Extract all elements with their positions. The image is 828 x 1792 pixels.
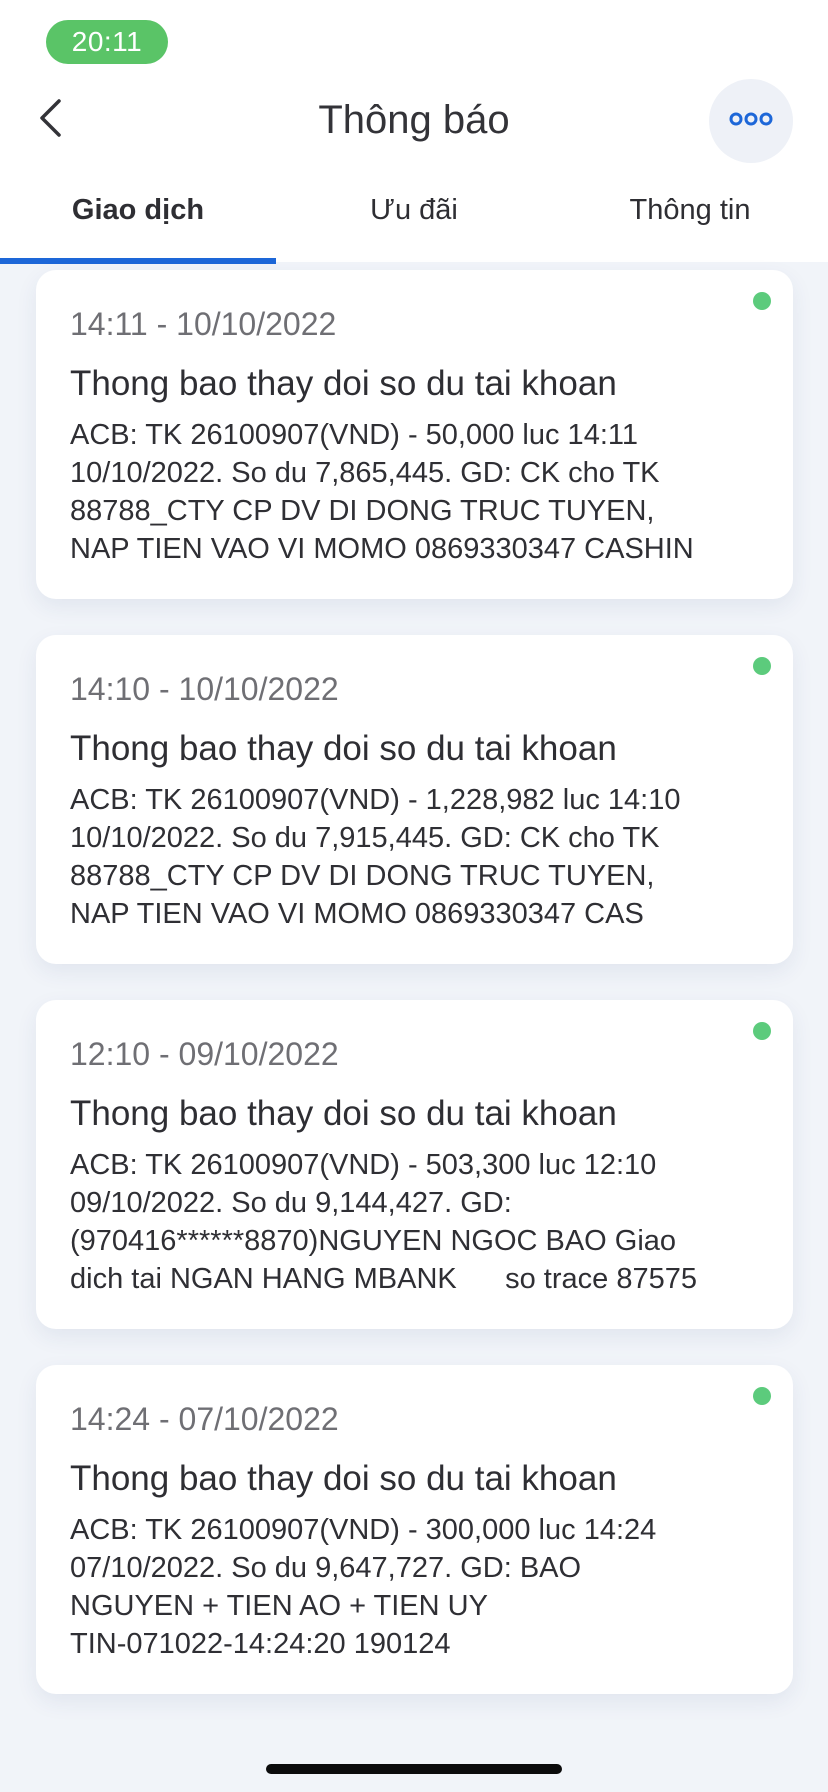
top-bar: 20:11 Thông báo Giao dịch Ưu đãi Thông t… (0, 0, 828, 264)
notification-card[interactable]: 14:24 - 07/10/2022 Thong bao thay doi so… (36, 1365, 793, 1694)
notification-title: Thong bao thay doi so du tai khoan (70, 364, 617, 403)
notification-body-line: 10/10/2022. So du 7,865,445. GD: CK cho … (70, 457, 660, 489)
notification-body-line: TIN-071022-14:24:20 190124 (70, 1628, 451, 1660)
tab-giao-dich[interactable]: Giao dịch (0, 190, 276, 230)
notification-title: Thong bao thay doi so du tai khoan (70, 729, 617, 768)
notification-body-line: ACB: TK 26100907(VND) - 1,228,982 luc 14… (70, 784, 681, 816)
unread-dot (753, 657, 771, 675)
notification-time: 14:24 - 07/10/2022 (70, 1401, 339, 1437)
tab-uu-dai[interactable]: Ưu đãi (276, 190, 552, 230)
active-tab-indicator (0, 258, 276, 264)
notification-body-line: 07/10/2022. So du 9,647,727. GD: BAO (70, 1552, 582, 1584)
notification-body-line: ACB: TK 26100907(VND) - 300,000 luc 14:2… (70, 1514, 657, 1546)
notification-body-line: NAP TIEN VAO VI MOMO 0869330347 CAS (70, 898, 644, 930)
notification-body-line: 10/10/2022. So du 7,915,445. GD: CK cho … (70, 822, 660, 854)
notification-body-line: ACB: TK 26100907(VND) - 50,000 luc 14:11 (70, 419, 638, 451)
more-dots-icon (729, 112, 773, 131)
notification-title: Thong bao thay doi so du tai khoan (70, 1459, 617, 1498)
notification-body-line: 88788_CTY CP DV DI DONG TRUC TUYEN, (70, 495, 655, 527)
notification-body-line: (970416******8870)NGUYEN NGOC BAO Giao (70, 1225, 677, 1257)
notification-body-line: NGUYEN + TIEN AO + TIEN UY (70, 1590, 488, 1622)
notification-card[interactable]: 14:10 - 10/10/2022 Thong bao thay doi so… (36, 635, 793, 964)
status-time: 20:11 (46, 20, 168, 64)
notification-time: 14:10 - 10/10/2022 (70, 671, 339, 707)
notification-time: 14:11 - 10/10/2022 (70, 306, 337, 342)
unread-dot (753, 1022, 771, 1040)
back-button[interactable] (24, 90, 76, 150)
notification-card[interactable]: 12:10 - 09/10/2022 Thong bao thay doi so… (36, 1000, 793, 1329)
more-button[interactable] (709, 79, 793, 163)
chevron-left-icon (37, 98, 63, 143)
notification-time: 12:10 - 09/10/2022 (70, 1036, 339, 1072)
notification-body-line: ACB: TK 26100907(VND) - 503,300 luc 12:1… (70, 1149, 657, 1181)
unread-dot (753, 1387, 771, 1405)
notification-body-line: 09/10/2022. So du 9,144,427. GD: (70, 1187, 512, 1219)
notification-body-line: dich tai NGAN HANG MBANK so trace 87575 (70, 1263, 697, 1295)
notification-title: Thong bao thay doi so du tai khoan (70, 1094, 617, 1133)
tab-thong-tin[interactable]: Thông tin (552, 190, 828, 230)
home-indicator (266, 1764, 562, 1774)
notification-body-line: 88788_CTY CP DV DI DONG TRUC TUYEN, (70, 860, 655, 892)
notification-card[interactable]: 14:11 - 10/10/2022 Thong bao thay doi so… (36, 270, 793, 599)
notification-body-line: NAP TIEN VAO VI MOMO 0869330347 CASHIN (70, 533, 694, 565)
page-title: Thông báo (318, 98, 510, 142)
unread-dot (753, 292, 771, 310)
